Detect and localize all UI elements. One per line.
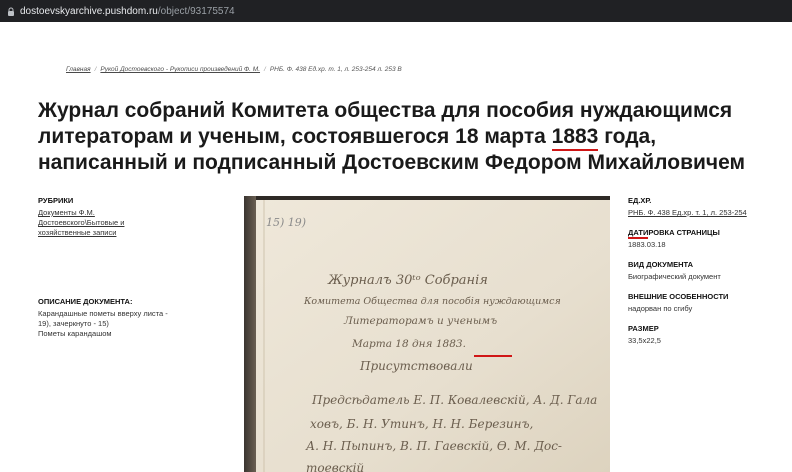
- manuscript-line: А. Н. Пыпинъ, В. П. Гаевскій, Ѳ. М. Дос-: [305, 439, 562, 453]
- right-metadata: ЕД.ХР. РНБ. Ф. 438 Ед.хр. т. 1, л. 253-2…: [628, 196, 788, 356]
- left-metadata: РУБРИКИ Документы Ф.М. Достоевского\Быто…: [38, 196, 228, 338]
- storage-unit-label: ЕД.ХР.: [628, 196, 652, 205]
- description-line: 19), зачеркнуто - 15): [38, 319, 109, 328]
- address-bar[interactable]: dostoevskyarchive.pushdom.ru/object/9317…: [0, 0, 792, 22]
- manuscript-image[interactable]: 15) 19) Журналъ 30ᵗᵒ Собранія Комитета О…: [244, 196, 610, 472]
- lock-icon: [6, 6, 16, 16]
- breadcrumb-current: РНБ. Ф. 438 Ед.хр. т. 1, л. 253-254 л. 2…: [269, 66, 402, 73]
- manuscript-line: Присутствовали: [359, 359, 473, 373]
- manuscript-line: ховъ, Б. Н. Утинъ, Н. Н. Березинъ,: [310, 417, 533, 431]
- manuscript-line: Марта 18 дня 1883.: [351, 338, 466, 350]
- document-type-label: ВИД ДОКУМЕНТА: [628, 260, 694, 269]
- breadcrumb-section-link[interactable]: Рукой Достоевского - Рукописи произведен…: [100, 66, 260, 73]
- breadcrumb: Главная / Рукой Достоевского - Рукописи пр…: [66, 66, 402, 73]
- page-date-label: ДАТИРОВКА СТРАНИЦЫ: [628, 228, 720, 237]
- breadcrumb-separator: /: [94, 66, 97, 73]
- manuscript-line: Литераторамъ и ученымъ: [343, 315, 497, 327]
- rubric-link[interactable]: хозяйственные записи: [38, 228, 228, 238]
- size-value: 33,5x22,5: [628, 336, 661, 345]
- manuscript-line: Комитета Общества для пособія нуждающимс…: [303, 296, 561, 307]
- size-label: РАЗМЕР: [628, 324, 659, 333]
- external-features-value: надорван по сгибу: [628, 304, 693, 313]
- storage-unit-link[interactable]: РНБ. Ф. 438 Ед.хр. т. 1, л. 253-254: [628, 208, 788, 218]
- pencil-note: 15) 19): [266, 216, 306, 229]
- manuscript-scan-svg: 15) 19) Журналъ 30ᵗᵒ Собранія Комитета О…: [244, 196, 610, 472]
- manuscript-line: тоевскій: [306, 461, 364, 472]
- size-field: РАЗМЕР 33,5x22,5: [628, 324, 788, 346]
- document-type-value: Биографический документ: [628, 272, 721, 281]
- external-features-field: ВНЕШНИЕ ОСОБЕННОСТИ надорван по сгибу: [628, 292, 788, 314]
- description-block: ОПИСАНИЕ ДОКУМЕНТА: Карандашные пометы в…: [38, 297, 228, 339]
- breadcrumb-home-link[interactable]: Главная: [66, 66, 91, 73]
- external-features-label: ВНЕШНИЕ ОСОБЕННОСТИ: [628, 292, 729, 301]
- page-date-field: ДАТИРОВКА СТРАНИЦЫ 1883.03.18: [628, 228, 788, 250]
- title-year-highlight: 1883: [551, 125, 599, 148]
- description-line: Пометы карандашом: [38, 329, 112, 338]
- description-line: Карандашные пометы вверху листа -: [38, 309, 168, 318]
- rubric-link[interactable]: Документы Ф.М.: [38, 208, 228, 218]
- binding-edge: [244, 196, 256, 472]
- document-type-field: ВИД ДОКУМЕНТА Биографический документ: [628, 260, 788, 282]
- manuscript-line: Предсѣдатель Е. П. Ковалевскій, А. Д. Га…: [311, 393, 597, 407]
- url-path: /object/93175574: [157, 5, 235, 17]
- storage-unit-field: ЕД.ХР. РНБ. Ф. 438 Ед.хр. т. 1, л. 253-2…: [628, 196, 788, 218]
- description-label: ОПИСАНИЕ ДОКУМЕНТА:: [38, 297, 133, 306]
- manuscript-line: Журналъ 30ᵗᵒ Собранія: [327, 273, 488, 288]
- page-date-value: 1883.03.18: [628, 237, 666, 249]
- page-title: Журнал собраний Комитета общества для по…: [38, 98, 778, 176]
- year-highlight-mark: [474, 355, 512, 357]
- rubrics-label: РУБРИКИ: [38, 196, 74, 205]
- paper-sheet: [250, 200, 610, 472]
- url-domain: dostoevskyarchive.pushdom.ru: [20, 5, 158, 17]
- breadcrumb-separator: /: [264, 66, 266, 73]
- rubrics-links: Документы Ф.М. Достоевского\Бытовые и хо…: [38, 208, 228, 238]
- rubric-link[interactable]: Достоевского\Бытовые и: [38, 218, 228, 228]
